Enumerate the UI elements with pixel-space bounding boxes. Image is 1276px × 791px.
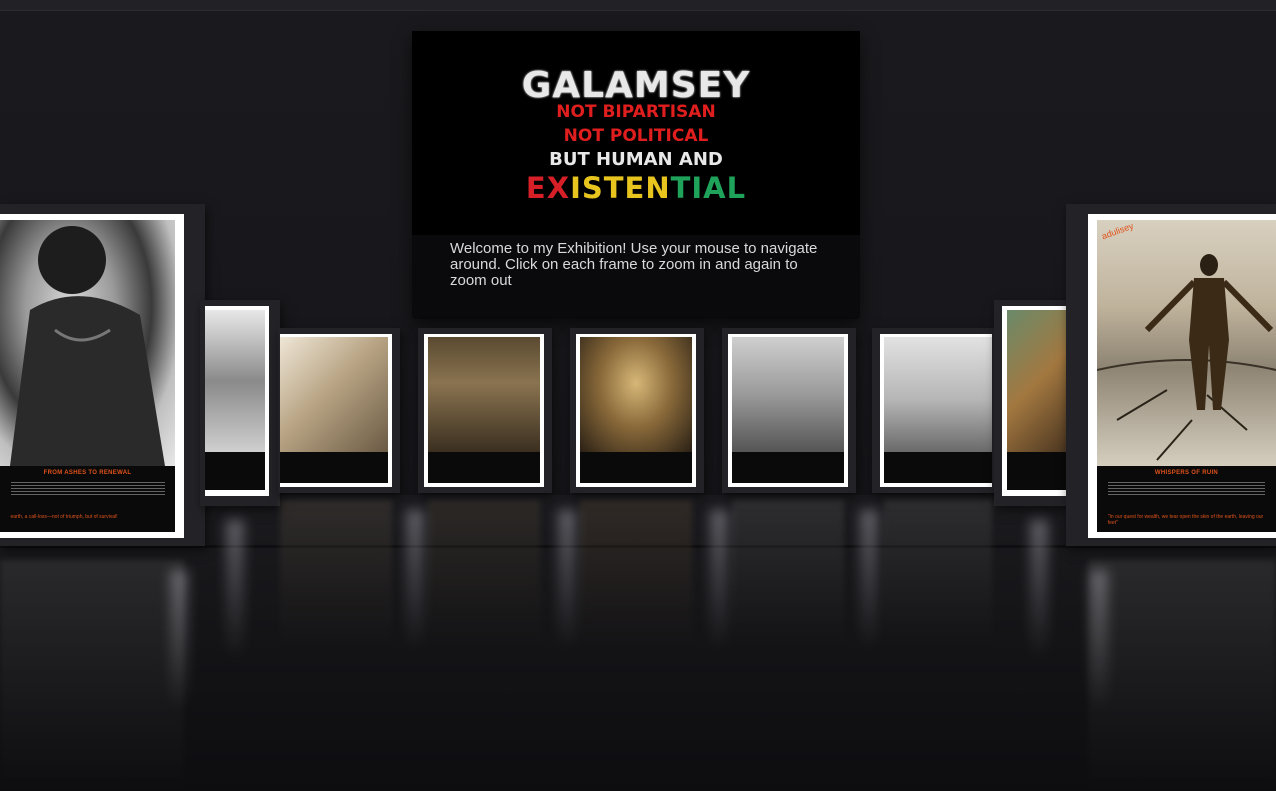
light-reflection	[1030, 520, 1048, 660]
artwork-frame-whispers-of-ruin[interactable]: adulisey WHISPERS OF RUIN "In our quest …	[1088, 214, 1276, 538]
reflection-right-large	[1088, 560, 1276, 791]
light-reflection	[1090, 570, 1108, 710]
poster-line-not-political: NOT POLITICAL	[563, 126, 709, 146]
artwork-image-4	[580, 337, 692, 452]
light-reflection	[226, 520, 244, 660]
existential-part-3: TIAL	[670, 171, 747, 205]
poster-title: GALAMSEY	[521, 65, 751, 106]
light-reflection	[710, 510, 728, 650]
caption-footer-right: "In our quest for wealth, we tear open t…	[1107, 514, 1264, 526]
reflection-2	[280, 500, 392, 650]
artwork-image-7	[1007, 310, 1068, 452]
reflection-6	[884, 500, 992, 650]
welcome-banner[interactable]: GALAMSEY NOT BIPARTISAN NOT POLITICAL BU…	[412, 31, 860, 319]
existential-part-1: EX	[525, 171, 571, 205]
light-reflection	[406, 510, 424, 650]
top-bar	[0, 0, 1276, 11]
artwork-frame-4[interactable]	[576, 334, 696, 487]
artwork-image-5	[732, 337, 844, 452]
caption-footer: earth, a call-loss—not of triumph, but o…	[10, 514, 118, 520]
artwork-frame-1[interactable]	[205, 306, 269, 496]
reflection-left-large	[0, 560, 184, 791]
reflection-3	[428, 500, 540, 650]
artwork-caption-2	[280, 452, 388, 483]
artwork-frame-6[interactable]	[880, 334, 992, 487]
light-reflection	[860, 510, 878, 650]
poster-line-existential: EXISTENTIAL	[412, 171, 860, 205]
artwork-image-1	[205, 310, 265, 452]
artwork-frame-7[interactable]	[1002, 306, 1068, 496]
caption-body	[10, 482, 165, 497]
artwork-caption-5	[732, 452, 844, 483]
artwork-caption-3	[428, 452, 540, 483]
artwork-image-6	[884, 337, 992, 452]
existential-part-2: ISTEN	[570, 171, 671, 205]
artwork-image-3	[428, 337, 540, 452]
caption-title-right: WHISPERS OF RUIN	[1154, 470, 1219, 476]
light-reflection	[170, 570, 188, 710]
artwork-frame-5[interactable]	[728, 334, 848, 487]
caption-title: FROM ASHES TO RENEWAL	[43, 470, 132, 476]
artwork-caption-right: WHISPERS OF RUIN "In our quest for wealt…	[1097, 466, 1276, 532]
artwork-frame-3[interactable]	[424, 334, 544, 487]
artwork-image-2	[280, 337, 388, 452]
artwork-caption-6	[884, 452, 992, 483]
reflection-5	[732, 500, 844, 650]
welcome-instructions: Welcome to my Exhibition! Use your mouse…	[450, 240, 818, 289]
reflection-4	[580, 500, 692, 650]
figure-silhouette	[10, 226, 165, 466]
light-reflection	[558, 510, 576, 650]
artwork-caption: FROM ASHES TO RENEWAL earth, a call-loss…	[0, 466, 175, 532]
artwork-caption-1	[205, 452, 265, 490]
artwork-frame-2[interactable]	[280, 334, 392, 487]
artwork-image-bw-figure	[0, 220, 175, 466]
artwork-caption-4	[580, 452, 692, 483]
artwork-frame-from-ashes-to-renewal[interactable]: FROM ASHES TO RENEWAL earth, a call-loss…	[0, 214, 184, 538]
galamsey-poster: GALAMSEY NOT BIPARTISAN NOT POLITICAL BU…	[412, 31, 860, 235]
poster-line-human: BUT HUMAN AND	[549, 149, 723, 170]
artwork-caption-7	[1007, 452, 1068, 490]
artwork-image-golden-figure: adulisey	[1097, 220, 1276, 466]
figure-silhouette-right	[1097, 254, 1276, 461]
poster-line-not-bipartisan: NOT BIPARTISAN	[556, 102, 716, 122]
caption-body-right	[1107, 482, 1266, 497]
